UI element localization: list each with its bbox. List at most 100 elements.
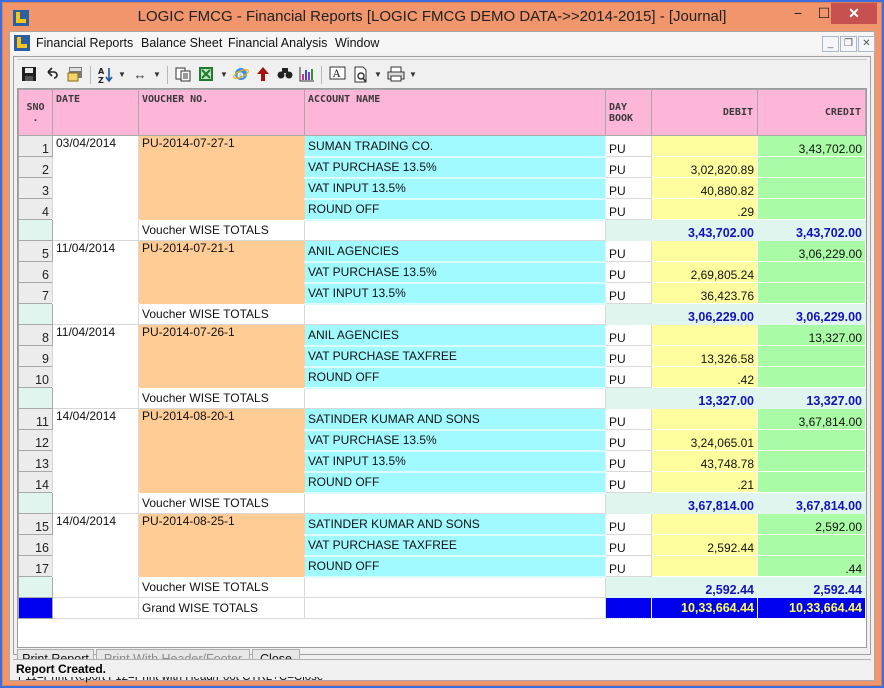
internet-explorer-icon[interactable]: e: [232, 66, 250, 84]
account-name-cell[interactable]: VAT PURCHASE TAXFREE: [304, 534, 606, 557]
account-name-cell[interactable]: VAT PURCHASE 13.5%: [304, 261, 606, 284]
row-number[interactable]: 1: [18, 135, 53, 157]
print-preview-dropdown-icon[interactable]: ▼: [374, 66, 382, 84]
menu-financial-analysis[interactable]: Financial Analysis: [228, 36, 327, 50]
credit-cell[interactable]: [757, 429, 866, 451]
credit-cell[interactable]: [757, 261, 866, 283]
table-row[interactable]: 15 14/04/2014 PU-2014-08-25-1 SATINDER KUMA…: [18, 513, 866, 577]
table-row[interactable]: 8 11/04/2014 PU-2014-07-26-1 ANIL AGENCIES P…: [18, 324, 866, 388]
debit-cell[interactable]: [651, 513, 758, 535]
sort-dropdown-icon[interactable]: ▼: [118, 66, 126, 84]
day-book-cell[interactable]: PU: [605, 135, 652, 157]
row-number[interactable]: 6: [18, 261, 53, 283]
upload-icon[interactable]: [255, 66, 271, 84]
menu-window[interactable]: Window: [335, 36, 379, 50]
grand-total-row[interactable]: Grand WISE TOTALS 10,33,664.44 10,33,664.4…: [18, 597, 866, 619]
credit-cell[interactable]: .44: [757, 555, 866, 577]
account-name-cell[interactable]: ROUND OFF: [304, 471, 606, 494]
debit-cell[interactable]: 2,69,805.24: [651, 261, 758, 283]
row-number[interactable]: 16: [18, 534, 53, 556]
account-name-cell[interactable]: ROUND OFF: [304, 555, 606, 578]
mdi-restore-button[interactable]: ❐: [840, 36, 857, 52]
day-book-cell[interactable]: PU: [605, 261, 652, 283]
header-voucher-no[interactable]: VOUCHER NO.: [138, 89, 305, 136]
credit-cell[interactable]: [757, 282, 866, 304]
chart-icon[interactable]: [298, 66, 316, 84]
journal-grid[interactable]: SNO. DATE VOUCHER NO. ACCOUNT NAME DAY BO…: [17, 88, 867, 648]
find-icon[interactable]: [276, 66, 294, 84]
row-number[interactable]: 15: [18, 513, 53, 535]
day-book-cell[interactable]: PU: [605, 513, 652, 535]
voucher-total-row[interactable]: Voucher WISE TOTALS 2,592.44 2,592.44: [18, 576, 866, 598]
table-row[interactable]: 1 03/04/2014 PU-2014-07-27-1 SUMAN TRADING …: [18, 135, 866, 220]
header-credit[interactable]: CREDIT: [757, 89, 866, 136]
column-width-dropdown-icon[interactable]: ▼: [153, 66, 161, 84]
menu-financial-reports[interactable]: Financial Reports: [36, 36, 133, 50]
selected-cell[interactable]: [605, 597, 652, 619]
account-name-cell[interactable]: VAT INPUT 13.5%: [304, 450, 606, 473]
date-cell[interactable]: 14/04/2014: [52, 513, 139, 577]
row-number[interactable]: 3: [18, 177, 53, 199]
header-sno[interactable]: SNO.: [18, 89, 53, 136]
credit-cell[interactable]: [757, 156, 866, 178]
print-preview-icon[interactable]: [352, 66, 370, 84]
header-date[interactable]: DATE: [52, 89, 139, 136]
account-name-cell[interactable]: ROUND OFF: [304, 366, 606, 389]
account-name-cell[interactable]: SUMAN TRADING CO.: [304, 135, 606, 158]
day-book-cell[interactable]: PU: [605, 429, 652, 451]
day-book-cell[interactable]: PU: [605, 282, 652, 304]
debit-cell[interactable]: 43,748.78: [651, 450, 758, 472]
voucher-no-cell[interactable]: PU-2014-07-21-1: [138, 240, 305, 304]
debit-cell[interactable]: 3,02,820.89: [651, 156, 758, 178]
day-book-cell[interactable]: PU: [605, 408, 652, 430]
date-cell[interactable]: 14/04/2014: [52, 408, 139, 493]
credit-cell[interactable]: 2,592.00: [757, 513, 866, 535]
debit-cell[interactable]: .21: [651, 471, 758, 493]
day-book-cell[interactable]: PU: [605, 156, 652, 178]
debit-cell[interactable]: 36,423.76: [651, 282, 758, 304]
day-book-cell[interactable]: PU: [605, 450, 652, 472]
account-name-cell[interactable]: VAT INPUT 13.5%: [304, 282, 606, 305]
debit-cell[interactable]: 3,24,065.01: [651, 429, 758, 451]
day-book-cell[interactable]: PU: [605, 534, 652, 556]
date-cell[interactable]: 03/04/2014: [52, 135, 139, 220]
close-window-button[interactable]: ✕: [831, 3, 877, 24]
voucher-total-row[interactable]: Voucher WISE TOTALS 3,06,229.00 3,06,229.0…: [18, 303, 866, 325]
row-number[interactable]: [18, 576, 53, 598]
account-name-cell[interactable]: VAT PURCHASE 13.5%: [304, 429, 606, 452]
sort-icon[interactable]: AZ: [97, 66, 113, 85]
row-number[interactable]: 8: [18, 324, 53, 346]
voucher-no-cell[interactable]: PU-2014-07-26-1: [138, 324, 305, 388]
account-name-cell[interactable]: ROUND OFF: [304, 198, 606, 221]
credit-cell[interactable]: [757, 450, 866, 472]
day-book-cell[interactable]: PU: [605, 366, 652, 388]
row-number[interactable]: 2: [18, 156, 53, 178]
debit-cell[interactable]: [651, 555, 758, 577]
voucher-no-cell[interactable]: PU-2014-08-20-1: [138, 408, 305, 493]
debit-cell[interactable]: 40,880.82: [651, 177, 758, 199]
credit-cell[interactable]: [757, 345, 866, 367]
day-book-cell[interactable]: PU: [605, 177, 652, 199]
row-number[interactable]: [18, 597, 53, 619]
mdi-app-icon[interactable]: [14, 35, 30, 51]
printer-icon[interactable]: [387, 66, 405, 84]
row-number[interactable]: [18, 492, 53, 514]
save-icon[interactable]: [21, 66, 37, 84]
table-row[interactable]: 11 14/04/2014 PU-2014-08-20-1 SATINDER KUMA…: [18, 408, 866, 493]
day-book-cell[interactable]: PU: [605, 324, 652, 346]
mdi-close-button[interactable]: ✕: [858, 36, 875, 52]
row-number[interactable]: [18, 387, 53, 409]
debit-cell[interactable]: .42: [651, 366, 758, 388]
row-number[interactable]: 9: [18, 345, 53, 367]
excel-icon[interactable]: [197, 66, 215, 84]
row-number[interactable]: 14: [18, 471, 53, 493]
date-cell[interactable]: 11/04/2014: [52, 240, 139, 304]
excel-dropdown-icon[interactable]: ▼: [220, 66, 228, 84]
column-width-icon[interactable]: ↔: [131, 66, 149, 84]
debit-cell[interactable]: [651, 240, 758, 262]
header-day-book[interactable]: DAY BOOK: [605, 89, 652, 136]
row-number[interactable]: [18, 303, 53, 325]
row-number[interactable]: 11: [18, 408, 53, 430]
voucher-total-row[interactable]: Voucher WISE TOTALS 13,327.00 13,327.00: [18, 387, 866, 409]
credit-cell[interactable]: 13,327.00: [757, 324, 866, 346]
